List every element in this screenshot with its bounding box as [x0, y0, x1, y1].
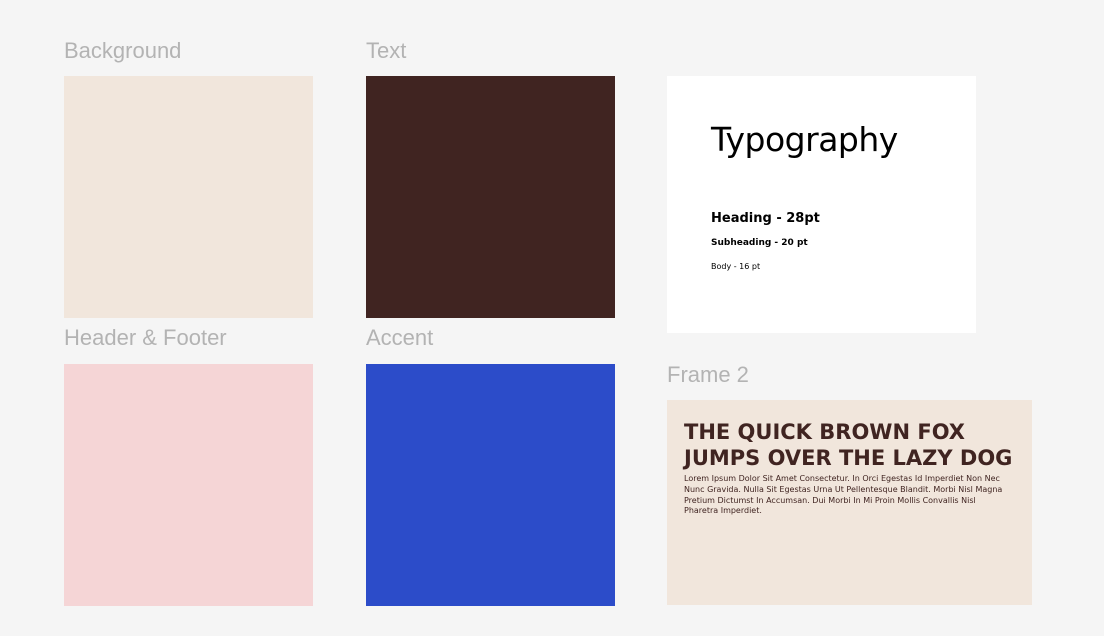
header-footer-swatch-label: Header & Footer: [64, 325, 227, 350]
frame2-preview[interactable]: THE QUICK BROWN FOX JUMPS OVER THE LAZY …: [667, 400, 1032, 605]
header-footer-color-swatch[interactable]: [64, 364, 313, 606]
frame2-heading: THE QUICK BROWN FOX JUMPS OVER THE LAZY …: [684, 420, 1013, 470]
typography-heading-sample: Heading - 28pt: [711, 211, 820, 226]
accent-swatch-label: Accent: [366, 325, 434, 350]
frame2-label[interactable]: Frame 2: [667, 362, 749, 388]
text-swatch-label: Text: [366, 38, 407, 63]
text-color-swatch[interactable]: [366, 76, 615, 318]
typography-body-sample: Body - 16 pt: [711, 262, 761, 271]
typography-subheading-sample: Subheading - 20 pt: [711, 238, 808, 248]
background-color-swatch[interactable]: [64, 76, 313, 318]
accent-color-swatch[interactable]: [366, 364, 615, 606]
frame2-body-text: Lorem Ipsum Dolor Sit Amet Consectetur. …: [684, 474, 1003, 516]
typography-card[interactable]: Typography Heading - 28pt Subheading - 2…: [667, 76, 976, 333]
typography-title: Typography: [711, 120, 898, 159]
background-swatch-label: Background: [64, 38, 182, 63]
